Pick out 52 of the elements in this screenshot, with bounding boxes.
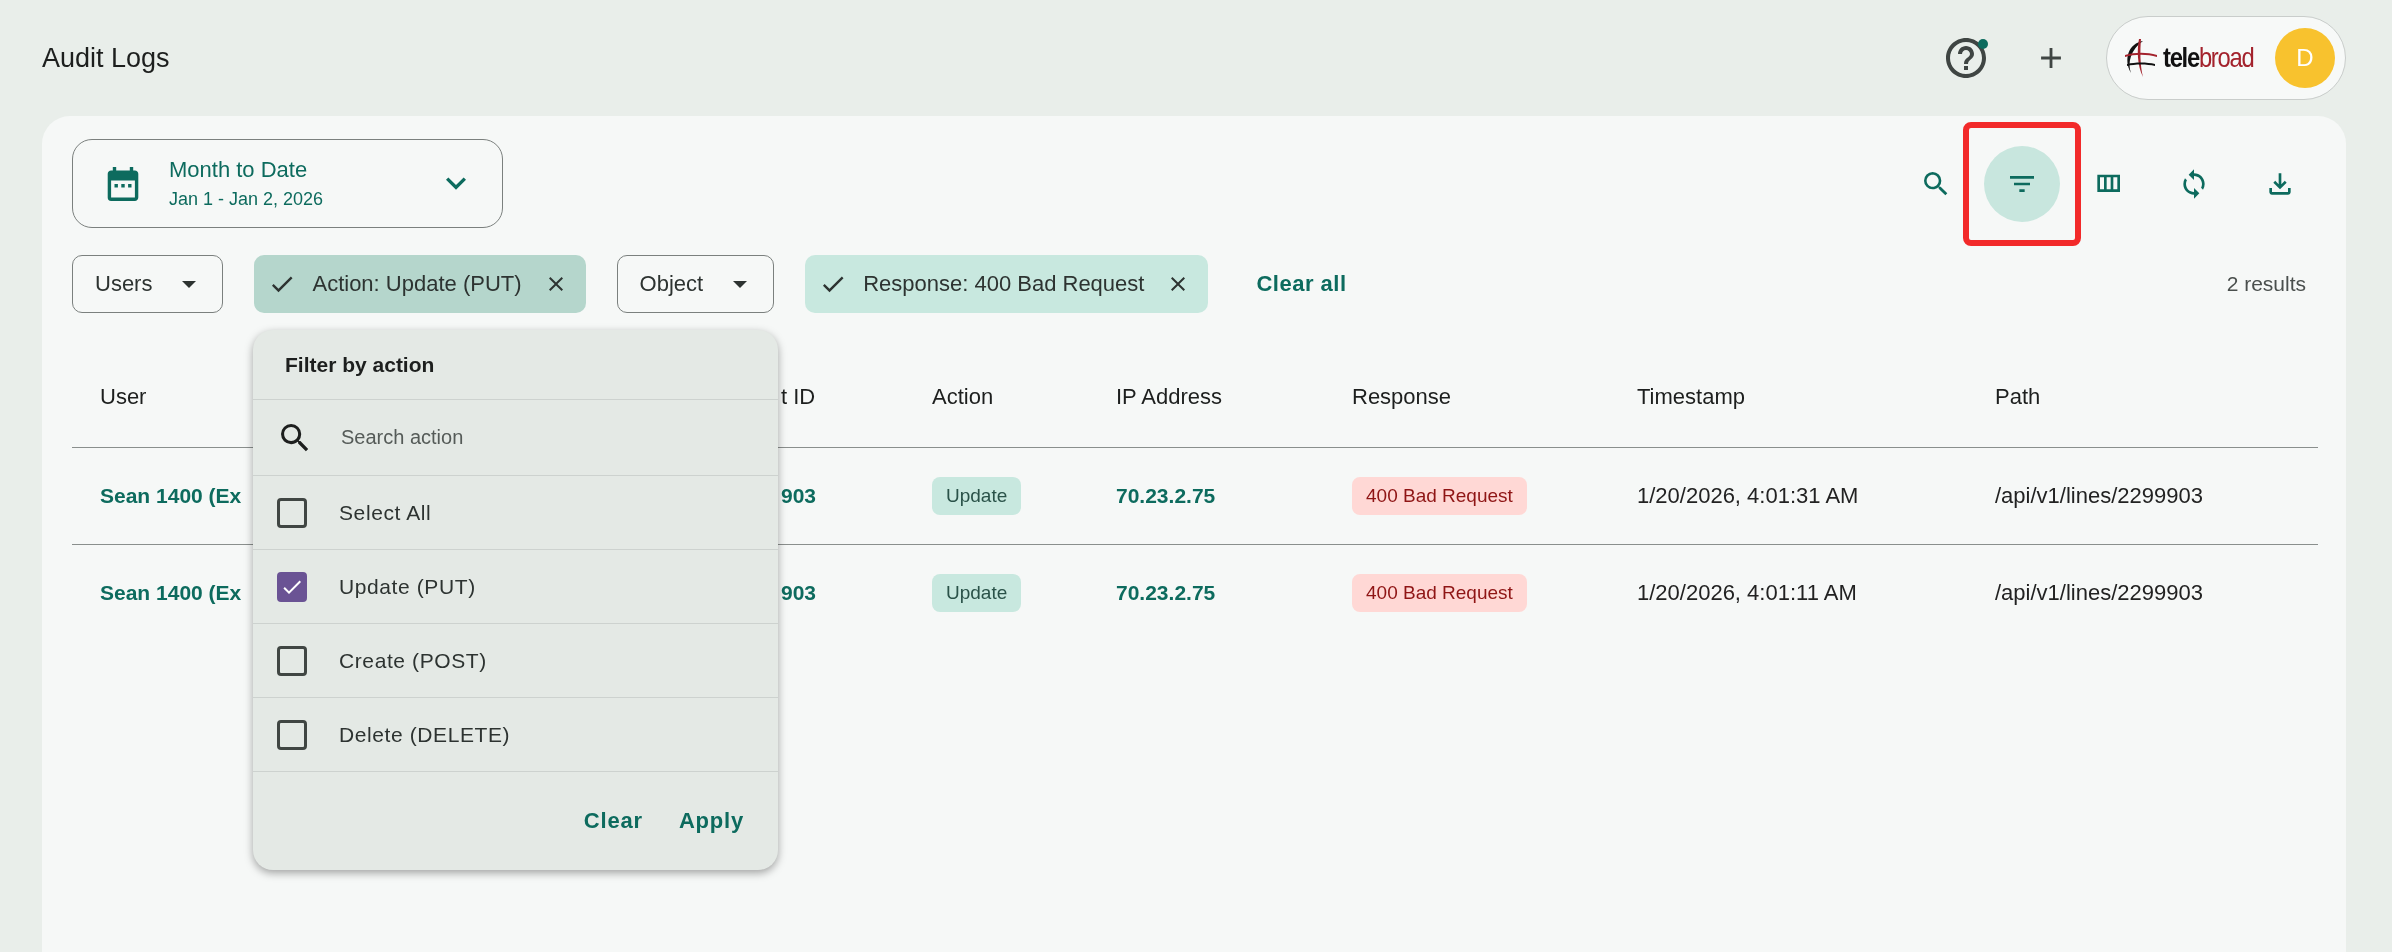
checkbox[interactable]	[277, 719, 307, 750]
help-button[interactable]	[1944, 36, 1988, 80]
column-header: User	[100, 384, 147, 410]
checkbox[interactable]	[277, 645, 307, 676]
result-count: 2 results	[2226, 272, 2306, 296]
filter-chip[interactable]: Response: 400 Bad Request	[805, 255, 1209, 313]
option-label[interactable]: Create (POST)	[339, 648, 487, 673]
column-header: IP Address	[1116, 384, 1222, 410]
filter-chip[interactable]: Action: Update (PUT)	[254, 255, 586, 313]
column-header: Path	[1995, 384, 2041, 410]
clear-all-link[interactable]: Clear all	[1256, 271, 1347, 297]
table-cell: /api/v1/lines/2299903	[1995, 580, 2203, 606]
action-tag: Update	[932, 574, 1022, 612]
response-tag: 400 Bad Request	[1352, 574, 1527, 612]
table-cell: /api/v1/lines/2299903	[1995, 483, 2203, 509]
table-cell: 903	[781, 581, 817, 605]
option-label[interactable]: Update (PUT)	[339, 574, 476, 599]
column-header: Action	[932, 384, 994, 410]
menu-title: Filter by action	[285, 352, 435, 377]
page-title: Audit Logs	[42, 42, 170, 74]
caret-down-icon	[182, 280, 197, 288]
search-icon	[281, 423, 309, 452]
ip-address-link[interactable]: 70.23.2.75	[1116, 484, 1216, 508]
notification-dot	[1978, 39, 1988, 49]
filter-dropdown[interactable]: Users	[72, 255, 224, 313]
account-pill[interactable]: telebroad D	[2106, 16, 2346, 100]
menu-button[interactable]: Apply	[678, 802, 744, 840]
action-tag: Update	[932, 477, 1022, 515]
column-header: t ID	[781, 384, 816, 410]
user-link[interactable]: Sean 1400 (Ex	[100, 484, 242, 508]
response-tag: 400 Bad Request	[1352, 477, 1527, 515]
date-range-picker[interactable]: Month to Date Jan 1 - Jan 2, 2026	[72, 139, 503, 228]
calendar-icon	[107, 166, 139, 201]
search-field[interactable]: Search action	[341, 426, 641, 449]
ip-address-link[interactable]: 70.23.2.75	[1116, 581, 1216, 605]
filter-dropdown[interactable]: Object	[616, 255, 775, 313]
table-cell: 1/20/2026, 4:01:31 AM	[1637, 483, 1859, 509]
logo-wordmark: telebroad	[2163, 42, 2254, 74]
table-cell: 1/20/2026, 4:01:11 AM	[1637, 580, 1857, 606]
chevron-down-icon	[446, 177, 466, 190]
user-link[interactable]: Sean 1400 (Ex	[100, 581, 242, 605]
checkbox[interactable]	[277, 497, 307, 528]
logo-swoosh-icon	[2123, 37, 2157, 79]
option-label[interactable]: Select All	[339, 500, 432, 525]
table-cell: 903	[781, 484, 817, 508]
option-label[interactable]: Delete (DELETE)	[339, 722, 511, 747]
help-icon	[1946, 38, 1986, 78]
checkbox[interactable]	[277, 571, 307, 602]
column-header: Timestamp	[1637, 384, 1745, 410]
menu-button[interactable]: Clear	[583, 802, 643, 840]
caret-down-icon	[733, 280, 748, 288]
column-header: Response	[1352, 384, 1452, 410]
